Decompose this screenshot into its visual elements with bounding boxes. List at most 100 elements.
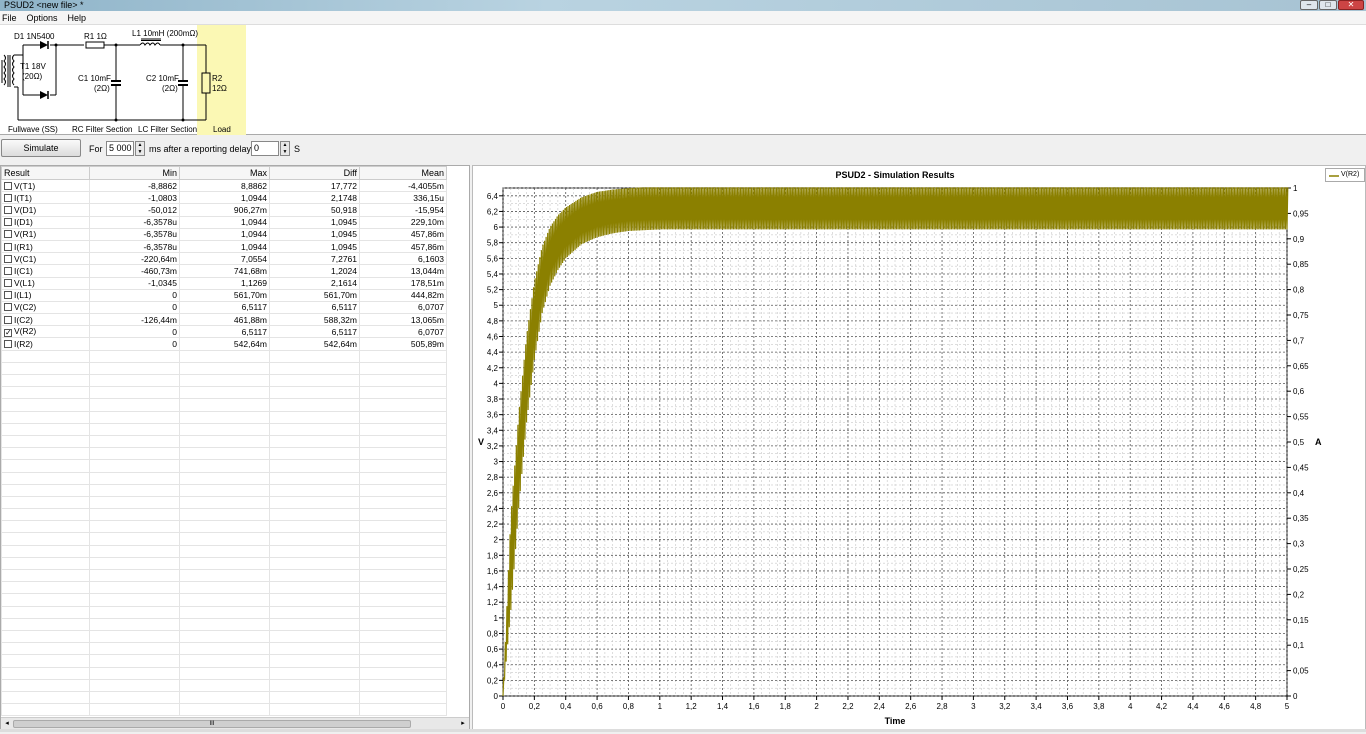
y-right-tick-label: 0,25: [1293, 565, 1309, 574]
table-row[interactable]: V(T1) -8,8862 8,8862 17,772 -4,4055m: [1, 178, 447, 193]
scroll-left-icon[interactable]: ◂: [2, 719, 12, 729]
result-checkbox[interactable]: [4, 266, 12, 275]
r2-label: R2: [212, 74, 223, 83]
table-row[interactable]: V(C2) 0 6,5117 6,5117 6,0707: [1, 300, 447, 315]
result-name-cell[interactable]: V(C2): [1, 300, 90, 315]
cell-mean: 457,86m: [359, 239, 447, 254]
result-checkbox[interactable]: [4, 193, 12, 202]
empty-row: [1, 361, 447, 376]
y-left-tick-label: 0,4: [487, 661, 499, 670]
table-row[interactable]: I(L1) 0 561,70m 561,70m 444,82m: [1, 288, 447, 302]
result-checkbox[interactable]: [4, 242, 12, 251]
y-left-tick-label: 3: [494, 458, 499, 467]
fullwave-section-label: Fullwave (SS): [8, 125, 58, 134]
maximize-button[interactable]: □: [1319, 0, 1337, 10]
menu-help[interactable]: Help: [68, 11, 87, 24]
result-checkbox[interactable]: [4, 303, 12, 312]
table-row[interactable]: I(C1) -460,73m 741,68m 1,2024 13,044m: [1, 264, 447, 278]
result-checkbox[interactable]: [4, 205, 12, 214]
table-row[interactable]: V(C1) -220,64m 7,0554 7,2761 6,1603: [1, 252, 447, 266]
y-right-tick-label: 0,4: [1293, 489, 1305, 498]
t1-resistance: (20Ω): [22, 72, 43, 81]
legend-label-vr2: V(R2): [1341, 171, 1360, 178]
duration-spinner[interactable]: ▲ ▼: [135, 141, 145, 156]
delay-input[interactable]: 0: [251, 141, 279, 156]
x-tick-label: 1,8: [780, 702, 792, 711]
col-max[interactable]: Max: [179, 166, 270, 180]
menu-file[interactable]: File: [2, 11, 17, 24]
table-row[interactable]: V(D1) -50,012 906,27m 50,918 -15,954: [1, 203, 447, 217]
result-checkbox[interactable]: [4, 340, 12, 349]
table-row[interactable]: V(R1) -6,3578u 1,0944 1,0945 457,86m: [1, 227, 447, 241]
close-button[interactable]: ✕: [1338, 0, 1364, 10]
y-left-tick-label: 0,2: [487, 676, 499, 685]
result-name-cell[interactable]: V(T1): [1, 178, 90, 193]
result-checkbox[interactable]: [4, 218, 12, 227]
result-checkbox[interactable]: [4, 181, 12, 190]
duration-input[interactable]: 5 000: [106, 141, 134, 156]
table-row[interactable]: I(C2) -126,44m 461,88m 588,32m 13,065m: [1, 313, 447, 327]
cell-diff: 2,1748: [269, 191, 360, 205]
table-row[interactable]: I(R1) -6,3578u 1,0944 1,0945 457,86m: [1, 239, 447, 254]
result-name-cell[interactable]: V(D1): [1, 203, 90, 217]
table-row[interactable]: I(D1) -6,3578u 1,0944 1,0945 229,10m: [1, 215, 447, 229]
menu-options[interactable]: Options: [27, 11, 58, 24]
cell-max: 6,5117: [179, 325, 270, 339]
r1-resistor: [85, 41, 105, 49]
x-tick-label: 0,4: [560, 702, 572, 711]
result-name-cell[interactable]: I(D1): [1, 215, 90, 229]
result-name-cell[interactable]: I(R2): [1, 337, 90, 351]
cell-max: 741,68m: [179, 264, 270, 278]
result-checkbox[interactable]: [4, 291, 12, 300]
result-checkbox[interactable]: [4, 230, 12, 239]
table-row[interactable]: V(L1) -1,0345 1,1269 2,1614 178,51m: [1, 276, 447, 290]
cell-min: -6,3578u: [89, 215, 180, 229]
simulate-button[interactable]: Simulate: [1, 139, 81, 157]
result-label: V(D1): [14, 204, 37, 215]
delay-spinner[interactable]: ▲ ▼: [280, 141, 290, 156]
cell-diff: 2,1614: [269, 276, 360, 290]
col-diff[interactable]: Diff: [269, 166, 360, 180]
result-name-cell[interactable]: I(C1): [1, 264, 90, 278]
y-left-tick-label: 1,8: [487, 551, 499, 560]
result-name-cell[interactable]: V(R1): [1, 227, 90, 241]
result-checkbox[interactable]: [4, 315, 12, 324]
delay-text: ms after a reporting delay of: [149, 144, 262, 154]
result-checkbox[interactable]: [4, 254, 12, 263]
result-label: V(R2): [14, 326, 37, 337]
col-min[interactable]: Min: [89, 166, 180, 180]
simulation-chart[interactable]: 0 0,2 0,4 0,6 0,8 1 1,2 1,4 1,6 1,8 2 2,2 2,4 2,6 2,8 3…: [473, 166, 1366, 732]
table-row[interactable]: ✓ V(R2) 0 6,5117 6,5117 6,0707: [1, 325, 447, 339]
result-name-cell[interactable]: ✓ V(R2): [1, 325, 90, 339]
x-tick-label: 4: [1128, 702, 1133, 711]
empty-row: [1, 678, 447, 692]
l1-label: L1 10mH (200mΩ): [132, 29, 199, 38]
table-row[interactable]: I(R2) 0 542,64m 542,64m 505,89m: [1, 337, 447, 351]
empty-row: [1, 471, 447, 485]
scroll-thumb[interactable]: III: [13, 720, 411, 728]
cell-min: -1,0345: [89, 276, 180, 290]
result-name-cell[interactable]: V(C1): [1, 252, 90, 266]
result-name-cell[interactable]: I(L1): [1, 288, 90, 302]
circuit-schematic[interactable]: D1 1N5400 R1 1Ω L1 10mH (200mΩ) T1 18V (…: [0, 25, 246, 135]
table-row[interactable]: I(T1) -1,0803 1,0944 2,1748 336,15u: [1, 191, 447, 205]
col-mean[interactable]: Mean: [359, 166, 447, 180]
schematic-area: D1 1N5400 R1 1Ω L1 10mH (200mΩ) T1 18V (…: [0, 25, 1366, 135]
result-checkbox[interactable]: [4, 279, 12, 288]
x-tick-label: 0,2: [529, 702, 541, 711]
col-result[interactable]: Result: [1, 166, 90, 180]
scroll-right-icon[interactable]: ▸: [458, 719, 468, 729]
result-checkbox[interactable]: ✓: [4, 329, 12, 337]
result-name-cell[interactable]: I(R1): [1, 239, 90, 254]
cell-mean: 13,044m: [359, 264, 447, 278]
transformer-primary: [3, 54, 6, 86]
result-name-cell[interactable]: I(T1): [1, 191, 90, 205]
cell-max: 1,0944: [179, 227, 270, 241]
c2-label: C2 10mF: [146, 74, 179, 83]
result-name-cell[interactable]: I(C2): [1, 313, 90, 327]
minimize-button[interactable]: –: [1300, 0, 1318, 10]
y-right-tick-label: 0,55: [1293, 413, 1309, 422]
x-tick-label: 1: [658, 702, 663, 711]
x-axis-label: Time: [885, 716, 906, 726]
result-name-cell[interactable]: V(L1): [1, 276, 90, 290]
